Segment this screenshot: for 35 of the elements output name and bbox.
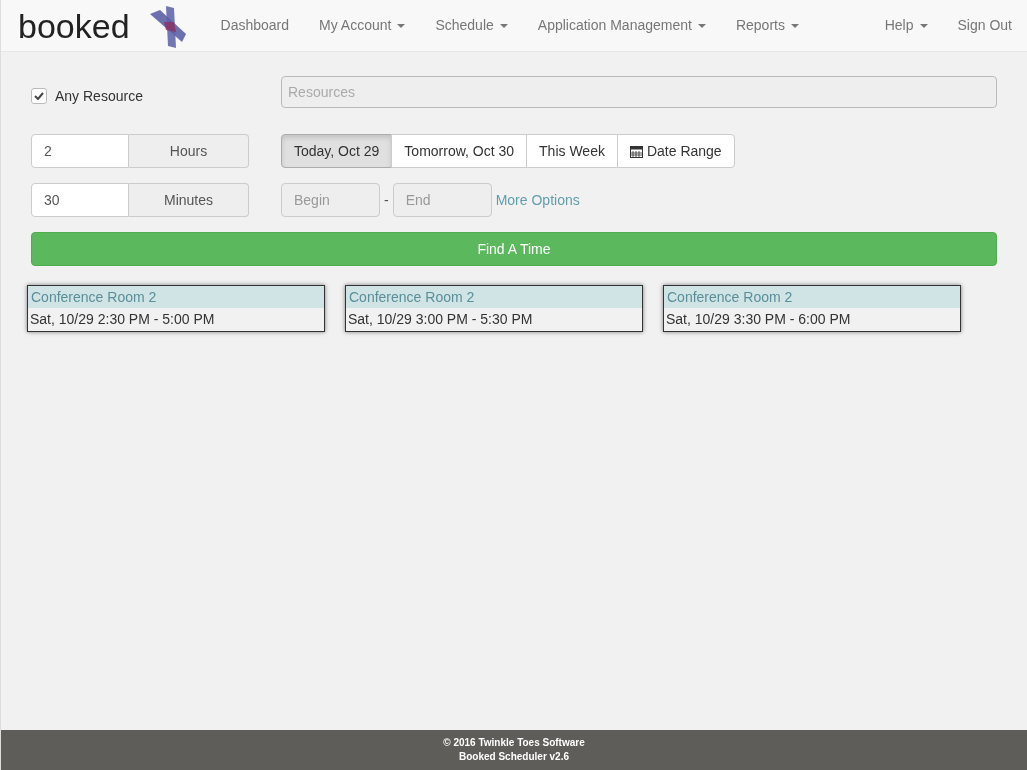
nav-link[interactable]: Sign Out [942, 15, 1027, 36]
date-option-button[interactable]: This Week [526, 134, 618, 168]
nav-link[interactable]: Dashboard [205, 15, 305, 36]
result-time: Sat, 10/29 3:30 PM - 6:00 PM [665, 310, 852, 329]
result-card[interactable]: Conference Room 2 Sat, 10/29 3:00 PM - 5:30 PM [345, 285, 643, 332]
nav-link[interactable]: Reports [720, 15, 814, 36]
begin-date-field[interactable]: Begin [281, 183, 380, 217]
resources-field[interactable]: Resources [281, 76, 997, 108]
duration-field[interactable]: 2 [31, 134, 129, 168]
footer-text: © 2016 Twinkle Toes Software [443, 736, 585, 750]
date-option-button[interactable]: Today, Oct 29 [281, 134, 393, 168]
result-time: Sat, 10/29 3:00 PM - 5:30 PM [347, 310, 534, 329]
nav-link[interactable]: Schedule [420, 15, 523, 36]
footer-text: Booked Scheduler v2.6 [458, 750, 569, 764]
result-resource: Conference Room 2 [664, 286, 960, 308]
checkbox-label: Any Resource [55, 86, 143, 106]
result-time: Sat, 10/29 2:30 PM - 5:00 PM [29, 310, 216, 329]
duration-field[interactable]: 30 [31, 183, 129, 217]
nav-link[interactable]: Application Management [522, 15, 721, 36]
nav-link[interactable]: My Account [304, 15, 421, 36]
check-icon [34, 92, 44, 100]
duration-unit: Hours [129, 134, 249, 168]
result-card[interactable]: Conference Room 2 Sat, 10/29 3:30 PM - 6:00 PM [663, 285, 961, 332]
brand-logo-text: booked [18, 8, 130, 43]
end-date-field[interactable]: End [392, 183, 492, 217]
range-separator: - [383, 190, 390, 210]
result-card[interactable]: Conference Room 2 Sat, 10/29 2:30 PM - 5:00 PM [27, 285, 325, 332]
date-option-button[interactable]: Tomorrow, Oct 30 [391, 134, 528, 168]
date-option-button[interactable]: Date Range [616, 134, 735, 168]
any-resource-checkbox[interactable] [31, 88, 47, 104]
nav-link[interactable]: Help [869, 15, 943, 36]
duration-unit: Minutes [129, 183, 249, 217]
result-resource: Conference Room 2 [346, 286, 642, 308]
result-resource: Conference Room 2 [28, 286, 324, 308]
calendar-icon [629, 144, 643, 158]
